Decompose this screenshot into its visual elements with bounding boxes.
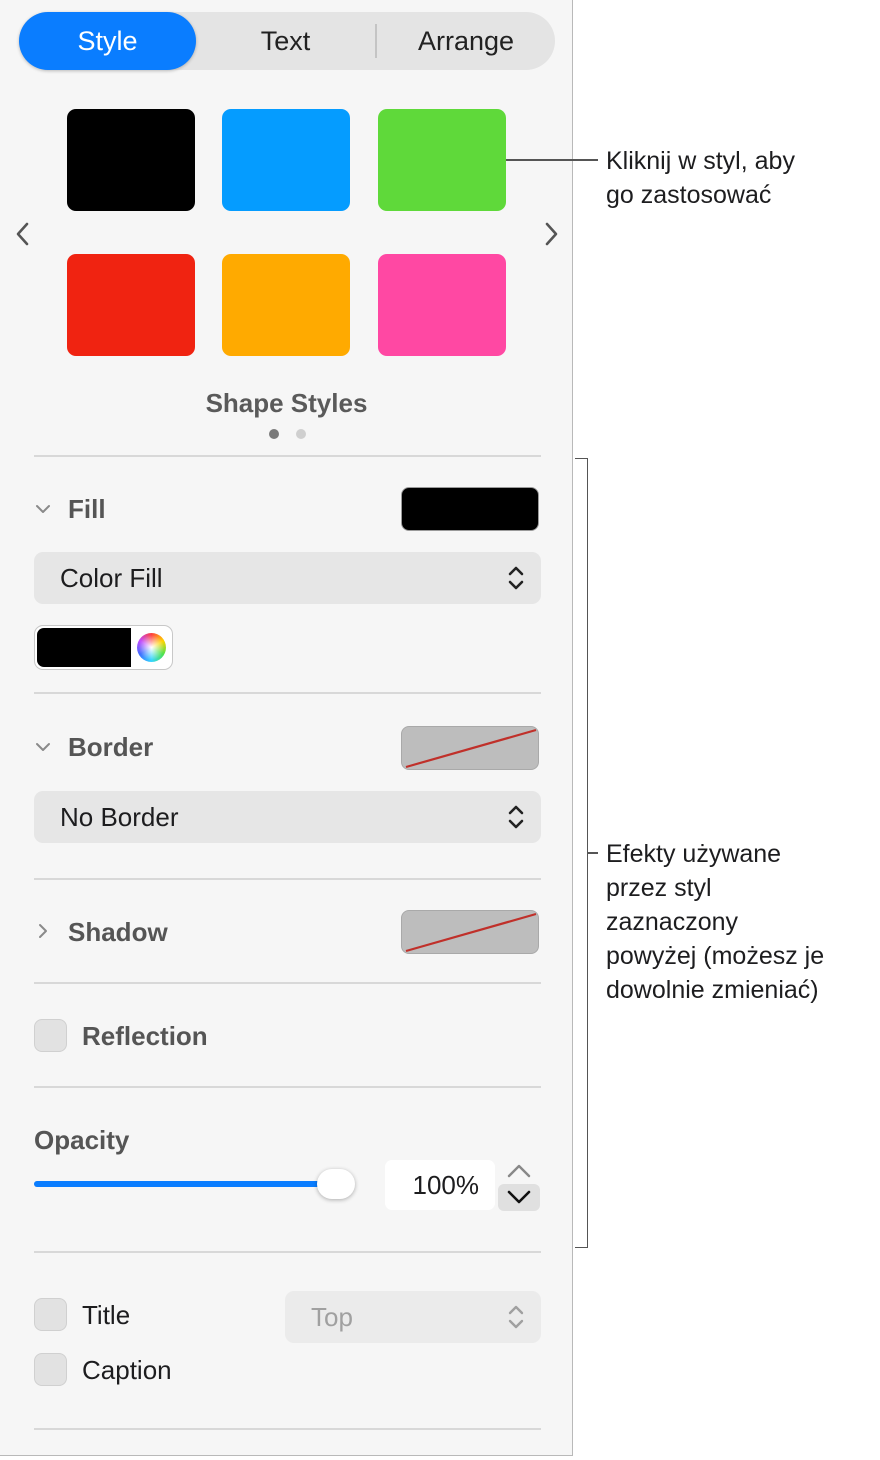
format-sidebar: Style Text Arrange Shape Styles Fill Col…: [0, 0, 573, 1456]
style-swatch-6[interactable]: [378, 254, 506, 356]
callout-line: dowolnie zmieniać): [606, 976, 819, 1004]
callout-bracket: [575, 458, 588, 1248]
fill-color-swatch[interactable]: [37, 628, 131, 667]
page-dot[interactable]: [296, 429, 306, 439]
up-down-chevron-icon: [508, 566, 524, 590]
opacity-title: Opacity: [34, 1125, 130, 1155]
shadow-title: Shadow: [68, 917, 168, 947]
style-swatch-2[interactable]: [222, 109, 350, 211]
title-checkbox[interactable]: [34, 1298, 67, 1331]
up-down-chevron-icon: [508, 805, 524, 829]
fill-title: Fill: [68, 494, 106, 524]
stepper-down-icon: [507, 1190, 531, 1204]
shape-styles-label: Shape Styles: [205, 388, 368, 418]
border-color-well[interactable]: [401, 726, 539, 770]
divider: [34, 1428, 541, 1430]
reflection-label: Reflection: [82, 1021, 208, 1051]
opacity-value: 100%: [412, 1170, 480, 1200]
style-swatch-4[interactable]: [67, 254, 195, 356]
page-dot-active[interactable]: [269, 429, 279, 439]
chevron-right-icon[interactable]: [34, 922, 52, 940]
border-type-label: No Border: [60, 802, 179, 832]
border-title: Border: [68, 732, 154, 762]
stepper-down-button[interactable]: [498, 1184, 540, 1211]
up-down-chevron-icon: [508, 1305, 524, 1329]
divider: [34, 455, 541, 457]
style-swatch-3[interactable]: [378, 109, 506, 211]
callout-line: przez styl: [606, 874, 712, 902]
style-swatch-1[interactable]: [67, 109, 195, 211]
callout-leader-line: [506, 159, 598, 161]
title-position-label: Top: [311, 1302, 353, 1332]
callout-leader-line: [588, 852, 598, 854]
divider: [34, 1086, 541, 1088]
tab-text[interactable]: Text: [196, 12, 375, 70]
title-position-popup[interactable]: Top: [285, 1291, 541, 1343]
border-type-popup[interactable]: No Border: [34, 791, 541, 843]
color-picker-control: [34, 625, 173, 670]
styles-callout: Kliknij w styl, aby go zastosować: [606, 144, 795, 212]
fill-type-label: Color Fill: [60, 563, 163, 593]
chevron-down-icon[interactable]: [34, 738, 52, 756]
caption-label: Caption: [82, 1355, 172, 1385]
color-wheel-icon[interactable]: [137, 633, 166, 662]
opacity-stepper: [498, 1157, 540, 1211]
effects-callout: Efekty używane przez styl zaznaczony pow…: [606, 837, 824, 1007]
shadow-color-well[interactable]: [401, 910, 539, 954]
opacity-slider-track[interactable]: [34, 1169, 355, 1199]
callout-line: go zastosować: [606, 181, 772, 209]
title-label: Title: [82, 1300, 131, 1330]
fill-type-popup[interactable]: Color Fill: [34, 552, 541, 604]
fill-color-well[interactable]: [401, 487, 539, 531]
no-color-slash-icon: [405, 728, 537, 769]
divider: [34, 692, 541, 694]
tab-arrange[interactable]: Arrange: [377, 12, 555, 70]
chevron-down-icon[interactable]: [34, 500, 52, 518]
tab-bar: Style Text Arrange: [19, 12, 555, 70]
style-swatch-5[interactable]: [222, 254, 350, 356]
divider: [34, 982, 541, 984]
callout-line: Efekty używane: [606, 840, 782, 868]
opacity-slider-knob[interactable]: [317, 1169, 355, 1199]
chevron-right-icon[interactable]: [540, 220, 562, 248]
no-color-slash-icon: [405, 912, 537, 953]
opacity-slider-fill: [34, 1181, 336, 1187]
reflection-checkbox[interactable]: [34, 1019, 67, 1052]
tab-style[interactable]: Style: [19, 12, 196, 70]
callout-line: zaznaczony: [606, 908, 739, 936]
caption-checkbox[interactable]: [34, 1353, 67, 1386]
callout-line: Kliknij w styl, aby: [606, 147, 795, 175]
divider: [34, 1251, 541, 1253]
stepper-up-icon[interactable]: [498, 1157, 540, 1184]
callout-line: powyżej (możesz je: [606, 942, 825, 970]
opacity-value-field[interactable]: 100%: [385, 1160, 495, 1210]
chevron-left-icon[interactable]: [12, 220, 34, 248]
divider: [34, 878, 541, 880]
